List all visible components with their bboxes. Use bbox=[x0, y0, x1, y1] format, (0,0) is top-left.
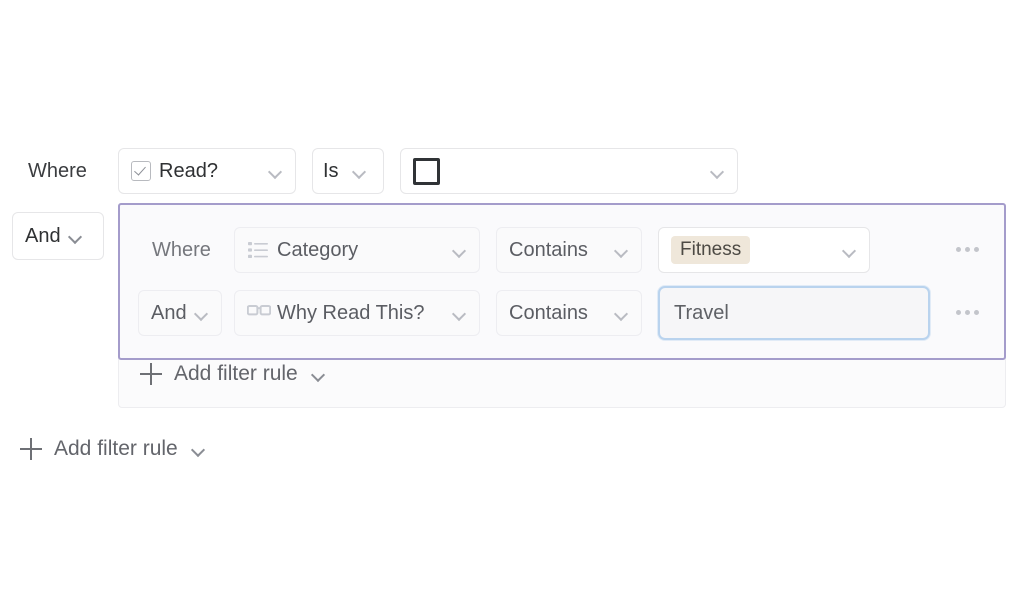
ellipsis-dot bbox=[965, 310, 970, 315]
nested-filter-group[interactable]: Where Category Contains bbox=[118, 203, 1006, 360]
operator-select-contains-2-label: Contains bbox=[509, 302, 588, 325]
operator-select-is-label: Is bbox=[323, 160, 339, 183]
rule-overflow-menu-button-1[interactable] bbox=[950, 232, 984, 266]
filter-builder-screen: Where Read? Is And Where bbox=[0, 0, 1024, 614]
filter-connector-label-where: Where bbox=[28, 160, 102, 183]
ellipsis-dot bbox=[956, 310, 961, 315]
nested-connector-label-where: Where bbox=[138, 239, 211, 262]
add-filter-rule-button-nested[interactable]: Add filter rule bbox=[140, 362, 326, 386]
ellipsis-dot bbox=[965, 247, 970, 252]
chevron-down-icon bbox=[711, 167, 725, 176]
nested-connector-label-and: And bbox=[151, 302, 187, 325]
property-select-category-label: Category bbox=[277, 239, 358, 262]
chevron-down-icon bbox=[192, 445, 206, 454]
property-select-read[interactable]: Read? bbox=[118, 148, 296, 194]
ellipsis-dot bbox=[974, 310, 979, 315]
property-select-why-read-this[interactable]: Why Read This? bbox=[234, 290, 480, 336]
operator-select-is[interactable]: Is bbox=[312, 148, 384, 194]
add-filter-rule-button-nested-label: Add filter rule bbox=[174, 362, 298, 386]
group-connector-select-and[interactable]: And bbox=[12, 212, 104, 260]
value-select-category[interactable]: Fitness bbox=[658, 227, 870, 273]
operator-select-contains-2[interactable]: Contains bbox=[496, 290, 642, 336]
chevron-down-icon bbox=[615, 246, 629, 255]
chevron-down-icon bbox=[69, 232, 83, 241]
chevron-down-icon bbox=[195, 309, 209, 318]
chevron-down-icon bbox=[453, 246, 467, 255]
value-text-input-travel[interactable]: Travel bbox=[658, 286, 930, 340]
chevron-down-icon bbox=[269, 167, 283, 176]
nested-connector-select-and[interactable]: And bbox=[138, 290, 222, 336]
plus-icon bbox=[140, 363, 162, 385]
chevron-down-icon bbox=[615, 309, 629, 318]
operator-select-contains-1[interactable]: Contains bbox=[496, 227, 642, 273]
ellipsis-dot bbox=[974, 247, 979, 252]
add-filter-rule-button[interactable]: Add filter rule bbox=[20, 437, 206, 461]
group-connector-label: And bbox=[25, 225, 61, 248]
value-select-read[interactable] bbox=[400, 148, 738, 194]
filter-rule-row-top: Where Read? Is bbox=[28, 148, 738, 194]
ellipsis-dot bbox=[956, 247, 961, 252]
value-text-input-travel-value: Travel bbox=[674, 302, 729, 325]
filter-rule-row-why-read-this: And Why Read This? Contains bbox=[138, 286, 930, 340]
add-filter-rule-button-label: Add filter rule bbox=[54, 437, 178, 461]
checkbox-checked-icon bbox=[131, 161, 151, 181]
chevron-down-icon bbox=[312, 370, 326, 379]
filter-rule-row-category: Where Category Contains bbox=[138, 223, 870, 277]
rule-overflow-menu-button-2[interactable] bbox=[950, 295, 984, 329]
multi-select-list-icon bbox=[247, 239, 269, 261]
chevron-down-icon bbox=[843, 246, 857, 255]
chevron-down-icon bbox=[453, 309, 467, 318]
property-select-read-label: Read? bbox=[159, 160, 218, 183]
plus-icon bbox=[20, 438, 42, 460]
checkbox-unchecked-icon bbox=[413, 158, 440, 185]
value-tag-fitness: Fitness bbox=[671, 236, 750, 264]
operator-select-contains-1-label: Contains bbox=[509, 239, 588, 262]
nested-connector-slot-2: And bbox=[138, 290, 218, 336]
glasses-icon bbox=[247, 302, 269, 324]
property-select-category[interactable]: Category bbox=[234, 227, 480, 273]
property-select-why-read-this-label: Why Read This? bbox=[277, 302, 424, 325]
nested-connector-slot-1: Where bbox=[138, 239, 218, 262]
chevron-down-icon bbox=[353, 167, 367, 176]
